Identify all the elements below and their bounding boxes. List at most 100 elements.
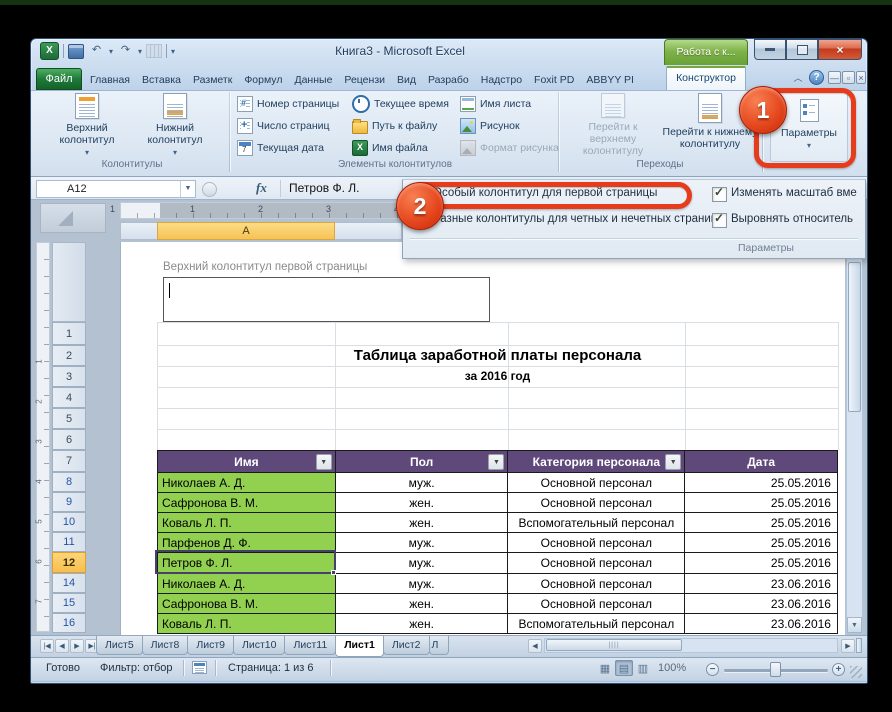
tab-data[interactable]: Данные (288, 70, 338, 90)
row-header-2[interactable]: 2 (52, 345, 86, 366)
save-icon[interactable] (68, 44, 84, 59)
cell-category[interactable]: Основной персонал (508, 493, 685, 513)
checkbox-label-align[interactable]: Выровнять относитель (731, 213, 865, 225)
row-header-5[interactable]: 5 (52, 408, 86, 429)
tab-file[interactable]: Файл (36, 68, 82, 90)
zoom-level[interactable]: 100% (658, 662, 686, 674)
formula-bar-value[interactable]: Петров Ф. Л. (289, 181, 359, 195)
insert-function-icon[interactable]: fx (256, 180, 267, 196)
cell-name[interactable]: Николаев А. Д. (158, 473, 336, 493)
tab-scroll-left-icon[interactable]: ◀ (528, 639, 542, 653)
cell-category[interactable]: Основной персонал (508, 553, 685, 574)
zoom-in-icon[interactable]: + (832, 663, 845, 676)
tab-foxit[interactable]: Foxit PD (528, 70, 580, 90)
cell-category[interactable]: Вспомогательный персонал (508, 513, 685, 533)
current-date-button[interactable]: Текущая дата (237, 138, 349, 158)
row-header-4[interactable]: 4 (52, 387, 86, 408)
picture-button[interactable]: Рисунок (460, 116, 554, 136)
checkbox-scale-with-document[interactable] (712, 187, 727, 202)
cell-gender[interactable]: жен. (336, 513, 509, 533)
filter-button[interactable]: ▼ (316, 454, 332, 470)
footer-button[interactable]: Нижний колонтитул ▾ (132, 93, 218, 157)
cell-date[interactable]: 25.05.2016 (685, 513, 838, 533)
sheet-tab-list11[interactable]: Лист11 (284, 636, 336, 655)
cell-gender[interactable]: жен. (336, 614, 509, 634)
next-sheet-icon[interactable]: ▶ (70, 639, 84, 653)
resize-grip[interactable] (850, 666, 862, 678)
cell-gender[interactable]: жен. (336, 493, 509, 513)
cell-gender[interactable]: муж. (336, 473, 509, 493)
help-icon[interactable]: ? (809, 70, 824, 85)
cell-category[interactable]: Основной персонал (508, 594, 685, 614)
page-layout-view-icon[interactable]: ▤ (615, 660, 633, 676)
cell-name[interactable]: Коваль Л. П. (158, 614, 336, 634)
header-button[interactable]: Верхний колонтитул ▾ (44, 93, 130, 157)
filter-button[interactable]: ▼ (488, 454, 504, 470)
tab-abbyy[interactable]: ABBYY PI (580, 70, 640, 90)
tab-home[interactable]: Главная (84, 70, 136, 90)
excel-logo-icon[interactable]: X (40, 42, 59, 60)
cell-date[interactable]: 25.05.2016 (685, 493, 838, 513)
sheet-tab-list5[interactable]: Лист5 (96, 636, 143, 655)
current-time-button[interactable]: Текущее время (352, 94, 456, 114)
cell-date[interactable]: 23.06.2016 (685, 574, 838, 594)
tab-developer[interactable]: Разрабо (422, 70, 475, 90)
customize-qat-icon[interactable]: ▾ (171, 47, 175, 56)
tab-split-handle[interactable] (856, 638, 862, 653)
page-number-button[interactable]: Номер страницы (237, 94, 349, 114)
sheet-tab-list9[interactable]: Лист9 (187, 636, 234, 655)
cell-gender[interactable]: муж. (336, 574, 509, 594)
row-header-9[interactable]: 9 (52, 492, 86, 512)
column-header-gender[interactable]: Пол▼ (336, 451, 509, 473)
close-button[interactable]: × (818, 39, 862, 60)
workbook-close-icon[interactable]: × (856, 71, 866, 84)
undo-icon[interactable]: ↶ (88, 43, 105, 59)
row-header-14[interactable]: 14 (52, 573, 86, 593)
column-header-a[interactable]: A (157, 222, 335, 240)
cell-date[interactable]: 23.06.2016 (685, 614, 838, 634)
cell-date[interactable]: 25.05.2016 (685, 553, 838, 574)
cell-gender[interactable]: муж. (336, 553, 509, 574)
cell-date[interactable]: 25.05.2016 (685, 473, 838, 493)
scroll-down-icon[interactable]: ▼ (847, 617, 862, 633)
row-header-3[interactable]: 3 (52, 366, 86, 387)
redo-icon[interactable]: ↷ (117, 43, 134, 59)
sheet-tab-clipped[interactable]: Л (429, 636, 449, 655)
tab-formulas[interactable]: Формул (238, 70, 288, 90)
cell-category[interactable]: Основной персонал (508, 473, 685, 493)
cell-category[interactable]: Основной персонал (508, 533, 685, 553)
row-header-10[interactable]: 10 (52, 512, 86, 532)
tab-insert[interactable]: Вставка (136, 70, 187, 90)
zoom-slider-thumb[interactable] (770, 662, 781, 677)
collapse-ribbon-icon[interactable]: ︿ (790, 70, 806, 85)
row-header-15[interactable]: 15 (52, 593, 86, 613)
tab-view[interactable]: Вид (391, 70, 422, 90)
sheet-tab-list10[interactable]: Лист10 (233, 636, 286, 655)
cell-gender[interactable]: муж. (336, 533, 509, 553)
select-all-corner[interactable] (40, 203, 106, 233)
cell-name[interactable]: Николаев А. Д. (158, 574, 336, 594)
tab-review[interactable]: Рецензи (338, 70, 391, 90)
checkbox-label-odd-even[interactable]: Разные колонтитулы для четных и нечетных… (433, 213, 717, 225)
row-header-7[interactable]: 7 (52, 450, 86, 472)
page-count-button[interactable]: Число страниц (237, 116, 349, 136)
minimize-button[interactable] (754, 39, 786, 60)
first-sheet-icon[interactable]: |◀ (40, 639, 54, 653)
tab-page-layout[interactable]: Разметк (187, 70, 238, 90)
sheet-name-button[interactable]: Имя листа (460, 94, 554, 114)
workbook-restore-icon[interactable]: ▫ (842, 71, 855, 84)
zoom-out-icon[interactable]: − (706, 663, 719, 676)
row-header-8[interactable]: 8 (52, 472, 86, 492)
name-box-dropdown-icon[interactable]: ▼ (180, 181, 195, 197)
filter-button[interactable]: ▼ (665, 454, 681, 470)
row-header-11[interactable]: 11 (52, 532, 86, 552)
cell-gender[interactable]: жен. (336, 594, 509, 614)
sheet-tab-list2[interactable]: Лист2 (383, 636, 430, 655)
name-box[interactable]: A12 (36, 180, 196, 198)
cell-name[interactable]: Сафронова В. М. (158, 493, 336, 513)
horizontal-scrollbar-thumb[interactable]: |||| (546, 639, 682, 651)
file-name-button[interactable]: Имя файла (352, 138, 456, 158)
tab-scroll-right-icon[interactable]: ▶ (841, 639, 855, 653)
row-header-6[interactable]: 6 (52, 429, 86, 450)
row-header-1[interactable]: 1 (52, 322, 86, 345)
